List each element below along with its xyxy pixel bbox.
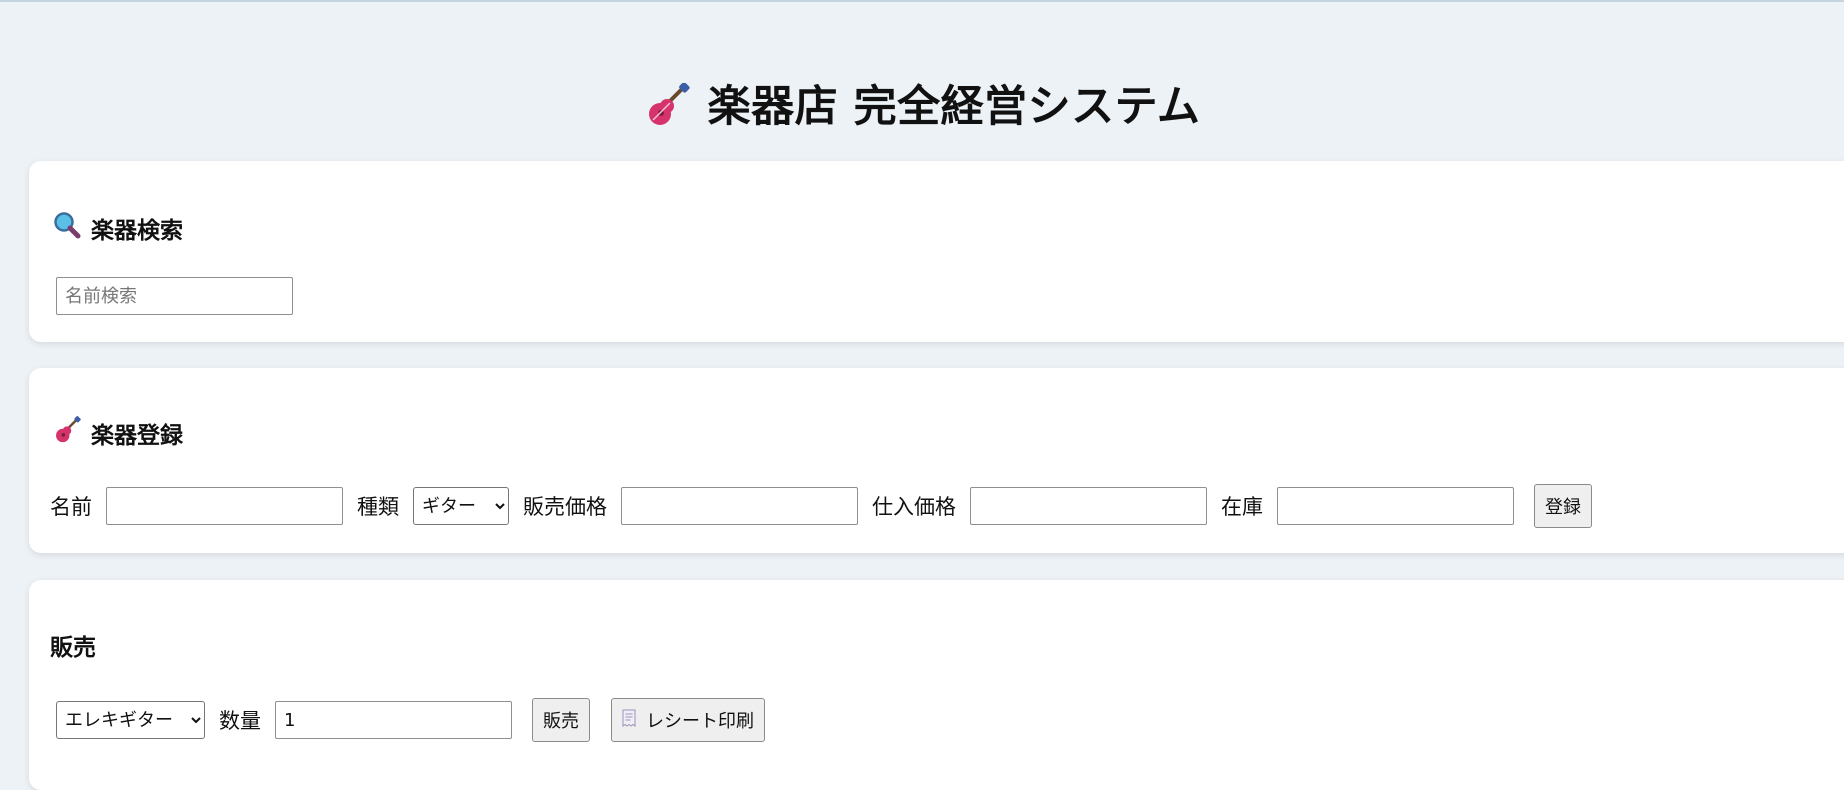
register-sale-price-input[interactable] <box>621 487 858 525</box>
page-title: 楽器店 完全経営システム <box>0 72 1844 138</box>
sales-card: 販売 エレキギター 数量 販売 レシート印刷 <box>29 580 1844 790</box>
magnifier-icon <box>53 211 81 245</box>
guitar-icon <box>53 416 81 450</box>
search-section-title: 楽器検索 <box>53 211 183 245</box>
search-title-text: 楽器検索 <box>91 218 183 244</box>
guitar-icon <box>644 82 690 138</box>
sales-quantity-label: 数量 <box>219 709 261 733</box>
register-name-label: 名前 <box>50 495 92 519</box>
print-receipt-button[interactable]: レシート印刷 <box>611 698 765 742</box>
register-type-label: 種類 <box>357 495 399 519</box>
register-section-title: 楽器登録 <box>53 416 183 450</box>
sales-quantity-input[interactable] <box>275 701 512 739</box>
register-type-select[interactable]: ギター <box>413 487 509 525</box>
register-stock-input[interactable] <box>1277 487 1514 525</box>
register-card: 楽器登録 名前 種類 ギター 販売価格 仕入価格 在庫 登録 <box>29 368 1844 553</box>
sell-button[interactable]: 販売 <box>532 698 590 742</box>
register-purchase-price-label: 仕入価格 <box>872 495 956 519</box>
sales-title-text: 販売 <box>50 635 96 661</box>
register-button[interactable]: 登録 <box>1534 484 1592 528</box>
receipt-icon <box>622 709 636 732</box>
register-stock-label: 在庫 <box>1221 495 1263 519</box>
register-sale-price-label: 販売価格 <box>523 495 607 519</box>
register-name-input[interactable] <box>106 487 343 525</box>
register-title-text: 楽器登録 <box>91 423 183 449</box>
print-receipt-label: レシート印刷 <box>646 711 754 732</box>
page-title-text: 楽器店 完全経営システム <box>707 82 1201 132</box>
register-purchase-price-input[interactable] <box>970 487 1207 525</box>
name-search-input[interactable] <box>56 277 293 315</box>
sales-section-title: 販売 <box>50 628 96 662</box>
sales-instrument-select[interactable]: エレキギター <box>56 701 205 739</box>
search-card: 楽器検索 <box>29 161 1844 342</box>
